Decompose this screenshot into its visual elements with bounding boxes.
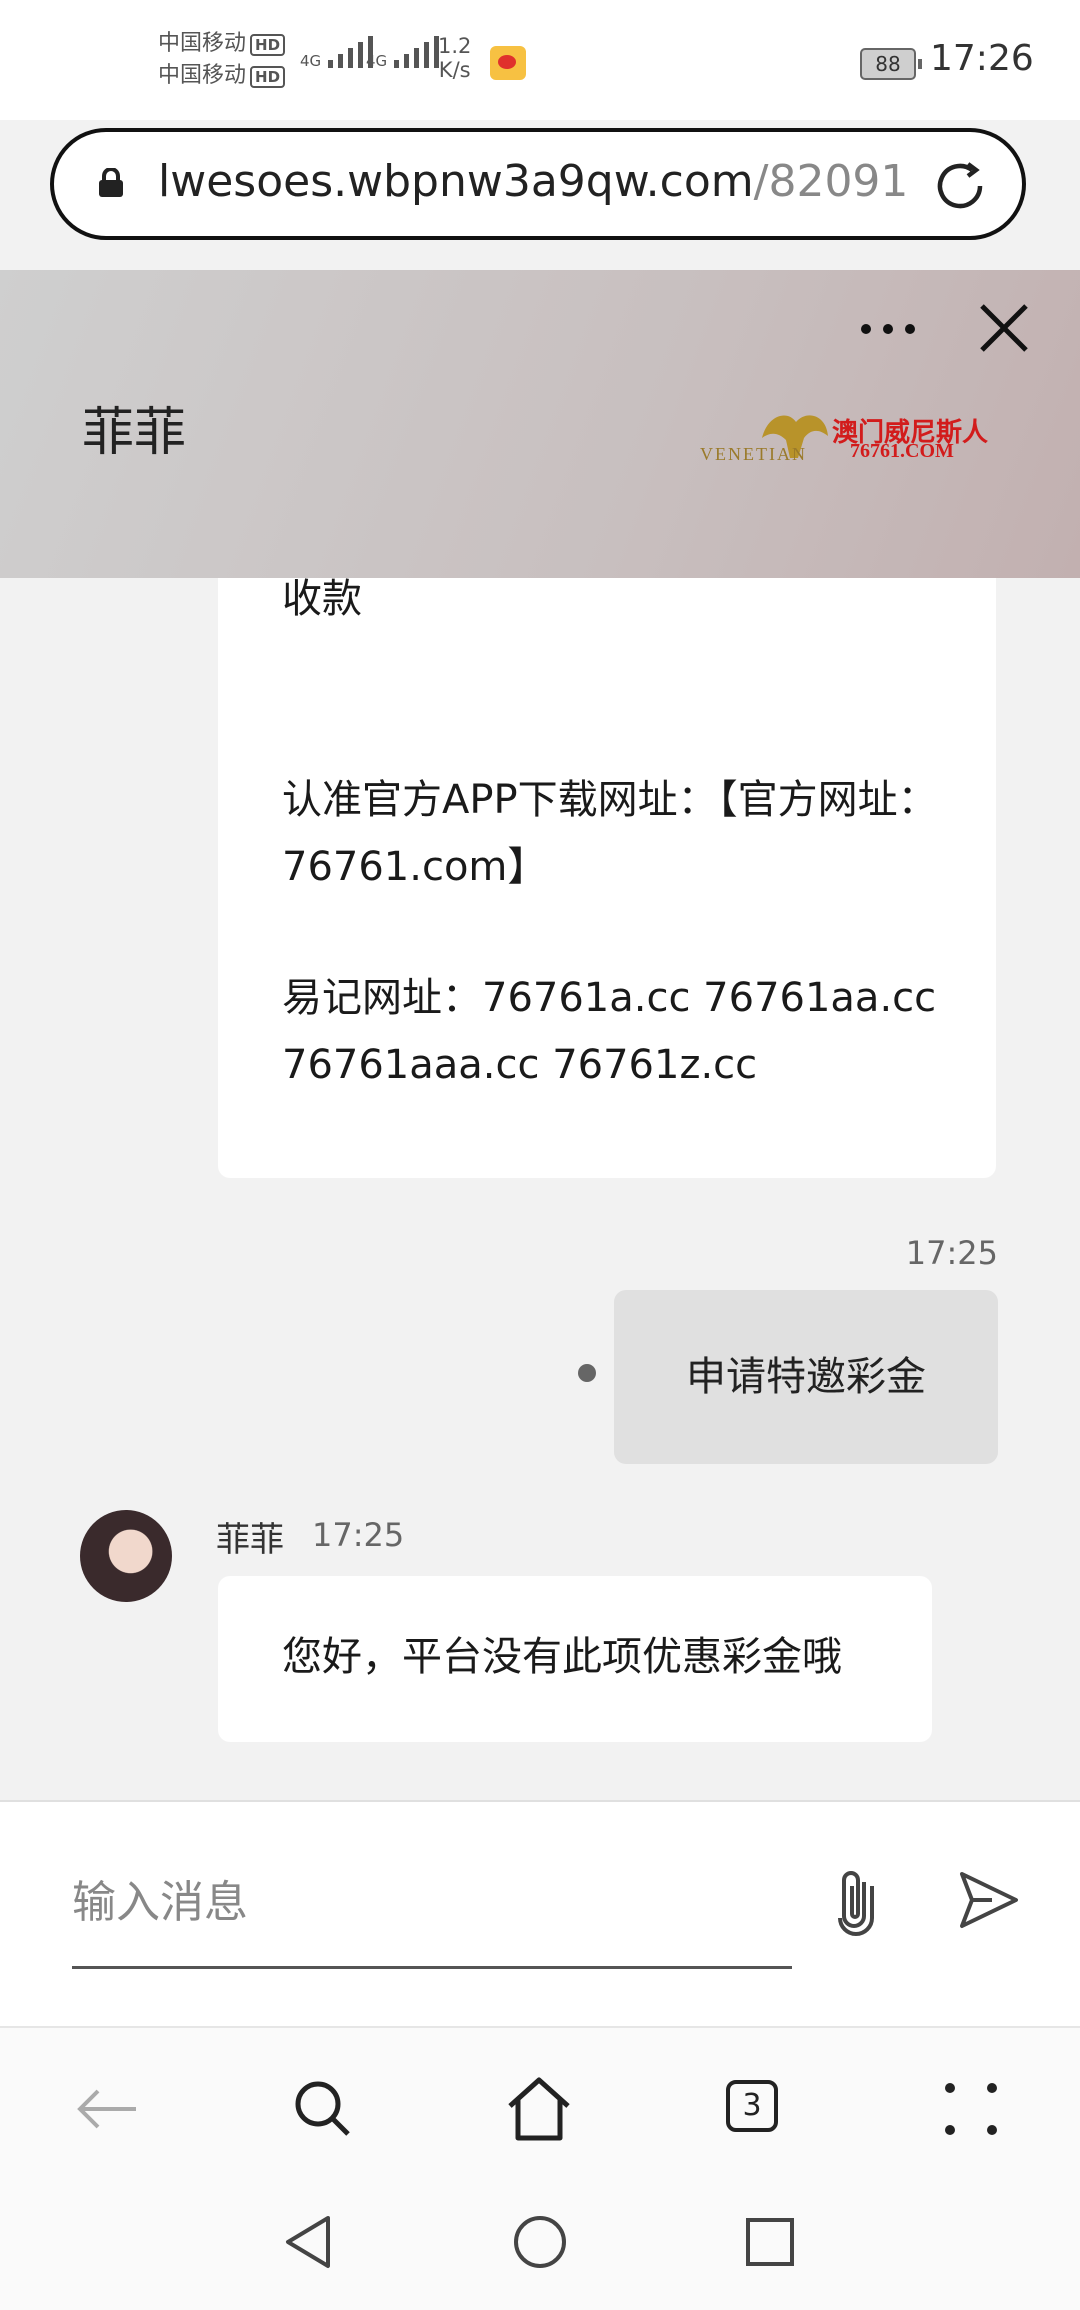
- incoming-timestamp: 17:25: [312, 1516, 405, 1554]
- sender-name: 菲菲: [216, 1520, 284, 1560]
- system-recents-icon[interactable]: [740, 2212, 800, 2272]
- hd-badge: HD: [250, 34, 286, 56]
- chat-header: 菲菲 VENETIAN 澳门威尼斯人 76761.COM: [0, 270, 1080, 578]
- url-path: /82091: [753, 156, 909, 207]
- search-icon[interactable]: [288, 2074, 358, 2144]
- carrier-info: 中国移动 HD 中国移动 HD: [158, 28, 286, 92]
- sent-status-icon: [578, 1364, 596, 1382]
- system-navigation: [0, 2190, 1080, 2310]
- outgoing-message: 申请特邀彩金: [614, 1290, 998, 1464]
- message-list[interactable]: 收款 认准官方APP下载网址：【官方网址：76761.com】 易记网址：767…: [0, 578, 1080, 1800]
- speed-value: 1.2: [438, 34, 472, 58]
- status-time: 17:26: [930, 38, 1034, 79]
- send-icon[interactable]: [958, 1870, 1020, 1930]
- tabs-count-button[interactable]: 3: [726, 2080, 778, 2132]
- lock-icon: [99, 168, 123, 197]
- hd-badge-2: HD: [250, 66, 286, 88]
- battery-icon: 88: [860, 48, 922, 80]
- status-bar: 中国移动 HD 中国移动 HD 4G 4G 1.2 K/s 88 17:26: [0, 0, 1080, 120]
- url-text[interactable]: lwesoes.wbpnw3a9qw.com/82091: [158, 156, 948, 207]
- back-arrow-icon[interactable]: [72, 2074, 142, 2144]
- weibo-icon: [490, 46, 526, 80]
- url-host: lwesoes.wbpnw3a9qw.com: [158, 156, 754, 207]
- carrier-1: 中国移动: [158, 31, 247, 56]
- network-type-2: 4G: [366, 52, 388, 70]
- carrier-2: 中国移动: [158, 63, 247, 88]
- network-type-1: 4G: [300, 52, 322, 70]
- menu-dots-icon[interactable]: [936, 2074, 1006, 2144]
- logo-left-text: VENETIAN: [700, 444, 807, 464]
- home-icon[interactable]: [504, 2074, 574, 2144]
- outgoing-timestamp: 17:25: [905, 1234, 998, 1272]
- more-icon[interactable]: [856, 314, 920, 344]
- compose-bar: 输入消息: [0, 1800, 1080, 2028]
- message-text: 收款 认准官方APP下载网址：【官方网址：76761.com】 易记网址：767…: [282, 578, 942, 1099]
- logo-sub-text: 76761.COM: [850, 440, 954, 462]
- casino-logo: VENETIAN 澳门威尼斯人 76761.COM: [700, 408, 1000, 468]
- incoming-message: 收款 认准官方APP下载网址：【官方网址：76761.com】 易记网址：767…: [218, 578, 996, 1178]
- reload-icon[interactable]: [932, 158, 988, 214]
- chat-title: 菲菲: [82, 403, 187, 463]
- signal-icon-2: 4G: [366, 36, 448, 70]
- attachment-icon[interactable]: [830, 1866, 884, 1936]
- message-input-placeholder: 输入消息: [72, 1877, 248, 1928]
- speed-unit: K/s: [438, 58, 471, 82]
- incoming-message: 您好，平台没有此项优惠彩金哦: [218, 1576, 932, 1742]
- system-back-icon[interactable]: [278, 2212, 338, 2272]
- message-text: 您好，平台没有此项优惠彩金哦: [282, 1634, 842, 1680]
- network-speed: 1.2 K/s: [438, 34, 471, 82]
- message-line: 收款: [282, 578, 362, 622]
- address-bar[interactable]: lwesoes.wbpnw3a9qw.com/82091: [50, 128, 1026, 240]
- browser-toolbar: 3: [0, 2026, 1080, 2192]
- system-home-icon[interactable]: [510, 2212, 570, 2272]
- message-input[interactable]: 输入消息: [72, 1866, 792, 1969]
- message-line: 认准官方APP下载网址：【官方网址：76761.com】: [282, 777, 938, 890]
- message-line: 易记网址：76761a.cc 76761aa.cc 76761aaa.cc 76…: [282, 975, 937, 1088]
- close-icon[interactable]: [976, 300, 1032, 356]
- avatar[interactable]: [80, 1510, 172, 1602]
